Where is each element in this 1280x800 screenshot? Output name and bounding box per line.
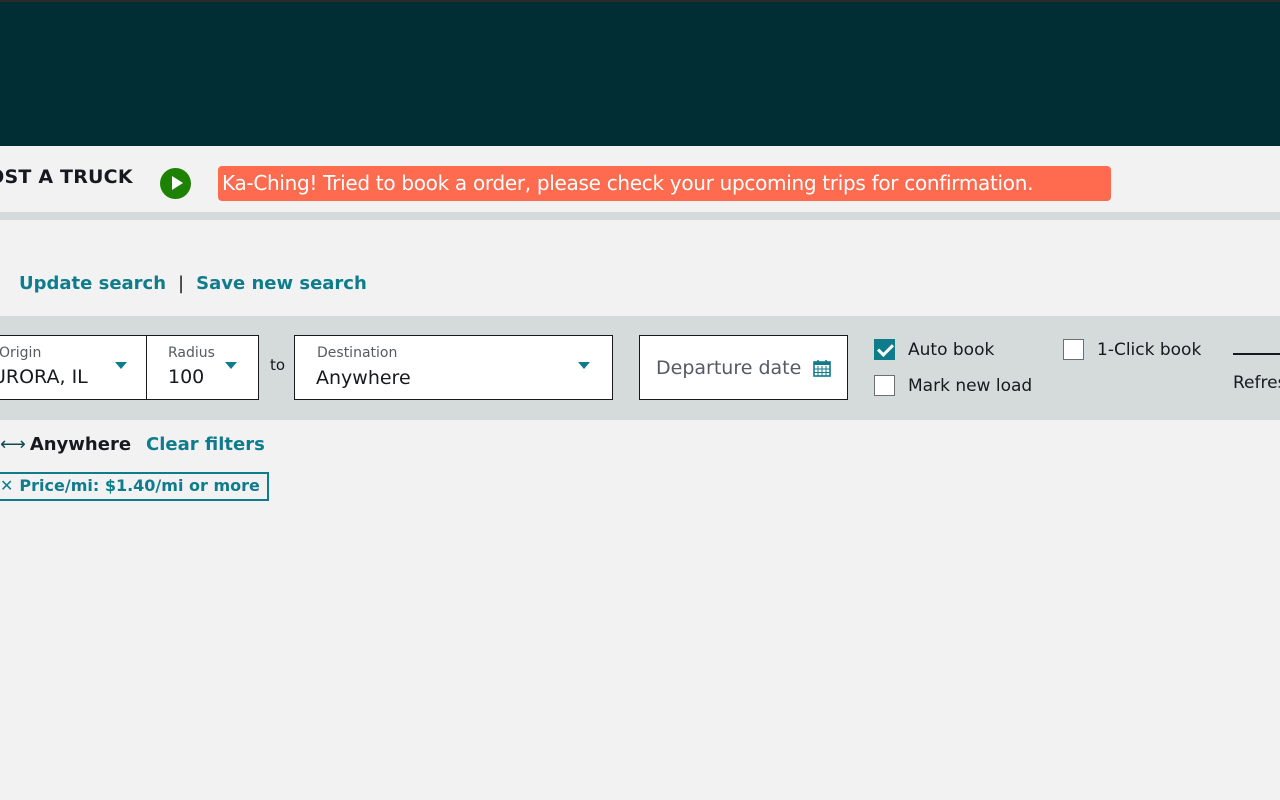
refresh-button[interactable]: Refresh [1233,373,1280,393]
clear-filters-link[interactable]: Clear filters [146,434,265,455]
chevron-down-icon [115,362,127,369]
radius-select[interactable]: Radius 100 [146,335,259,400]
auto-book-label: Auto book [908,340,995,360]
chevron-down-icon [578,362,590,369]
route-summary: ⟷ Anywhere [0,434,131,455]
update-search-link[interactable]: Update search [19,273,166,294]
divider [0,212,1280,220]
bidirectional-arrow-icon: ⟷ [0,434,26,455]
search-actions: Update search | Save new search [19,273,367,294]
refresh-divider [1233,353,1280,355]
origin-select[interactable]: Origin AURORA, IL [0,335,148,400]
radius-value: 100 [168,366,205,388]
mark-new-load-checkbox[interactable] [874,375,895,396]
destination-select[interactable]: Destination Anywhere [294,335,613,400]
one-click-book-checkbox[interactable] [1063,339,1084,360]
one-click-book-label: 1-Click book [1097,340,1202,360]
destination-value: Anywhere [316,367,411,389]
destination-label: Destination [317,345,398,361]
calendar-icon[interactable] [812,358,832,378]
filter-chip-price[interactable]: ✕ Price/mi: $1.40/mi or more [0,472,269,501]
close-icon[interactable]: ✕ [0,476,13,495]
mark-new-load-label: Mark new load [908,376,1033,396]
route-destination: Anywhere [29,434,132,455]
to-label: to [270,356,286,374]
top-header [0,0,1280,146]
notification-banner: Ka-Ching! Tried to book a order, please … [218,166,1111,201]
nav-title[interactable]: POST A TRUCK [0,166,133,188]
departure-date-input[interactable]: Departure date [639,335,848,400]
origin-value: AURORA, IL [0,366,88,388]
origin-label: Origin [0,345,42,361]
radius-label: Radius [168,345,215,361]
save-new-search-link[interactable]: Save new search [196,273,367,294]
link-separator: | [178,273,185,294]
chevron-down-icon [225,362,237,369]
filter-chip-label: Price/mi: $1.40/mi or more [19,476,260,495]
departure-date-placeholder: Departure date [656,357,802,379]
play-circle-icon[interactable] [160,168,191,199]
auto-book-checkbox[interactable] [874,339,895,360]
